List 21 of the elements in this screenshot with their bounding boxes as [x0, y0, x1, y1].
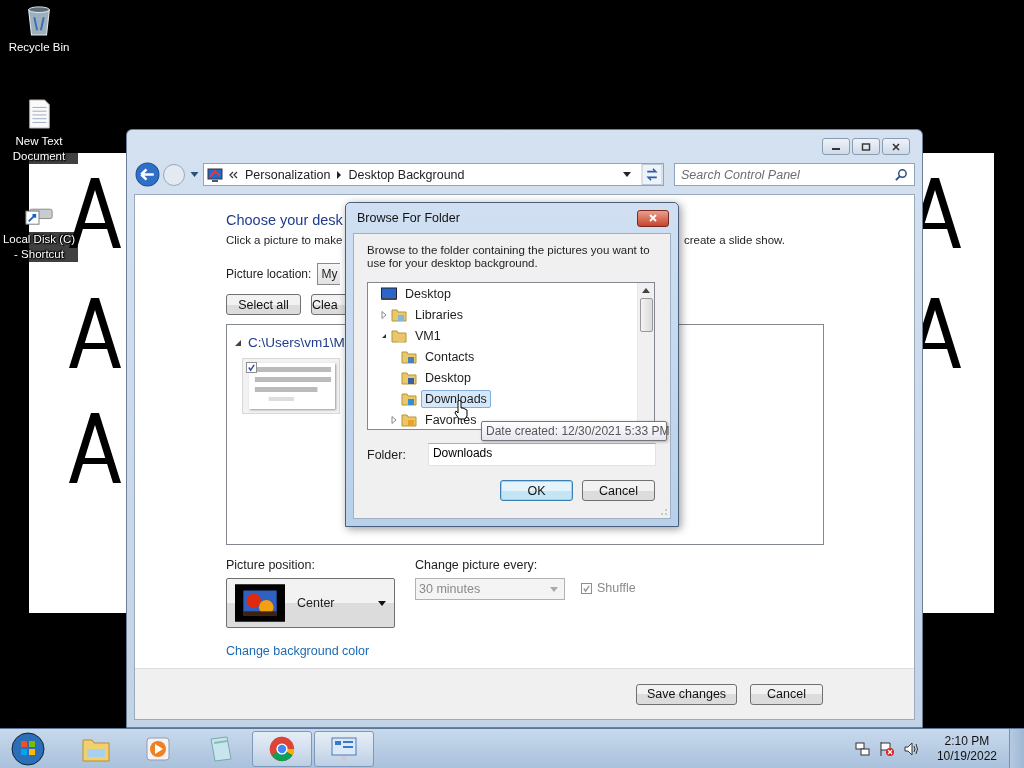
footer-button[interactable]: Cancel — [750, 683, 823, 705]
maximize-icon — [861, 142, 871, 151]
control-panel-icon — [329, 734, 359, 763]
clock-time: 2:10 PM — [944, 733, 990, 749]
footer-button[interactable]: Save changes — [636, 683, 737, 705]
flag-icon[interactable] — [878, 740, 895, 757]
maximize-button[interactable] — [852, 138, 880, 155]
taskbar-button[interactable] — [252, 730, 312, 767]
clock[interactable]: 2:10 PM 10/19/2022 — [936, 733, 997, 764]
play-icon — [143, 734, 173, 763]
background-color-link[interactable]: Change background color — [226, 644, 370, 658]
minimize-button[interactable] — [822, 138, 850, 155]
close-icon — [891, 142, 901, 151]
browser-icon — [267, 734, 297, 763]
desktop-icon-label[interactable]: Recycle Bin — [7, 40, 71, 55]
start-button[interactable] — [10, 730, 46, 767]
network-icon[interactable] — [854, 740, 871, 757]
close-button[interactable] — [882, 138, 910, 155]
clock-date: 10/19/2022 — [936, 748, 997, 764]
speaker-icon[interactable] — [902, 740, 919, 757]
taskbar-button[interactable] — [314, 730, 374, 767]
